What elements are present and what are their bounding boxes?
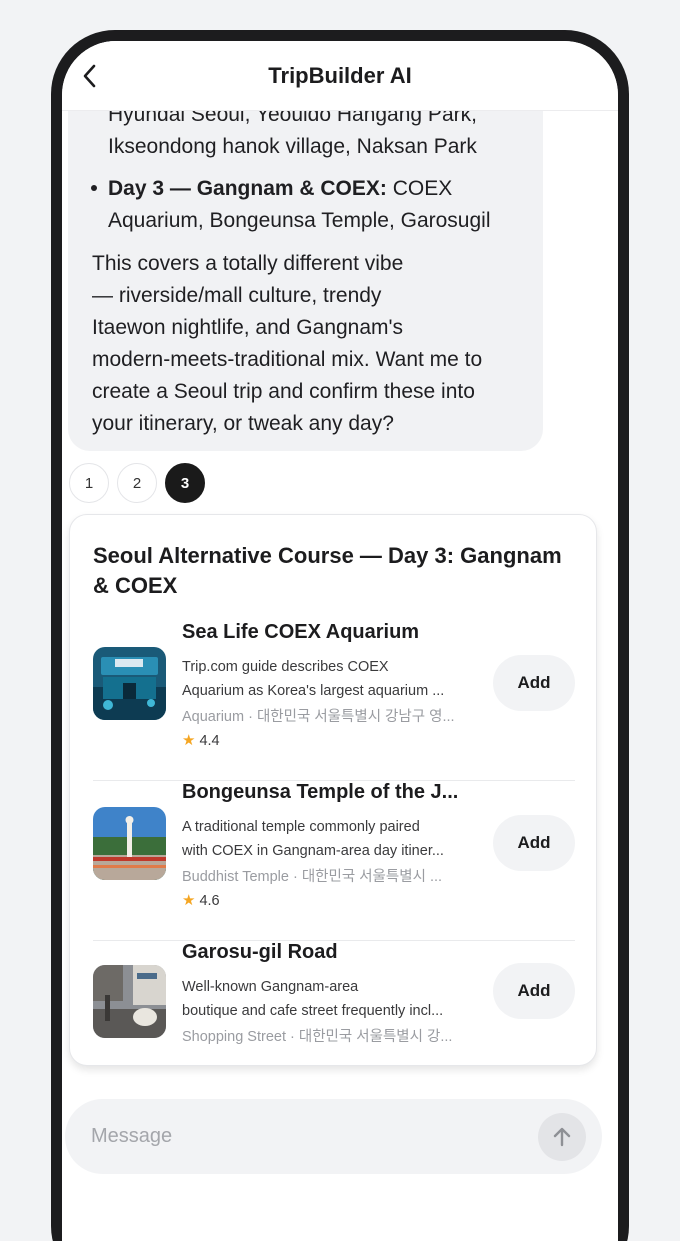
message-line: This covers a totally different vibe (92, 252, 404, 275)
day3-title: Day 3 — Gangnam & COEX: (108, 177, 387, 200)
message-composer (65, 1099, 602, 1174)
place-category-address: Shopping Street · 대한민국 서울특별시 강... (182, 1029, 453, 1045)
arrow-up-icon (553, 1127, 571, 1147)
message-line: Itaewon nightlife, and Gangnam's (92, 316, 404, 339)
day3-line: Day 3 — Gangnam & COEX: COEX (108, 173, 452, 205)
place-name: Garosu-gil Road (182, 941, 338, 963)
page-button-3[interactable]: 3 (165, 463, 205, 503)
star-icon: ★ (182, 732, 196, 749)
add-place-button[interactable]: Add (493, 655, 575, 711)
place-rating: ★ 4.6 (182, 891, 220, 909)
place-description-line: Trip.com guide describes COEX (182, 659, 389, 675)
message-line: — riverside/mall culture, trendy (92, 284, 382, 307)
result-pager: 1 2 3 (69, 463, 205, 503)
star-icon: ★ (182, 892, 196, 909)
rating-value: 4.4 (199, 733, 220, 749)
place-thumbnail (93, 647, 166, 720)
page-button-2[interactable]: 2 (117, 463, 157, 503)
add-place-button[interactable]: Add (493, 815, 575, 871)
send-button[interactable] (538, 1113, 586, 1161)
place-name: Bongeunsa Temple of the J... (182, 781, 459, 803)
place-description: Well-known Gangnam-area boutique and caf… (182, 975, 482, 1023)
message-line: create a Seoul trip and confirm these in… (92, 380, 475, 403)
place-description-line: A traditional temple commonly paired (182, 819, 420, 835)
message-line: Ikseondong hanok village, Naksan Park (108, 135, 477, 158)
app-header: TripBuilder AI (62, 41, 618, 111)
card-title: Seoul Alternative Course — Day 3: Gangna… (93, 543, 562, 598)
message-line: your itinerary, or tweak any day? (92, 412, 394, 435)
message-line: Aquarium, Bongeunsa Temple, Garosugil (108, 209, 491, 232)
page-button-1[interactable]: 1 (69, 463, 109, 503)
place-description: A traditional temple commonly paired wit… (182, 815, 482, 863)
app-screen: Hyundai Seoul, Yeouido Hangang Park, Iks… (62, 41, 618, 1241)
place-description-line: boutique and cafe street frequently incl… (182, 1003, 444, 1019)
place-description-line: Aquarium as Korea's largest aquarium ... (182, 683, 445, 699)
bullet-dot (91, 185, 97, 191)
rating-value: 4.6 (199, 893, 220, 909)
place-description: Trip.com guide describes COEX Aquarium a… (182, 655, 482, 703)
place-item[interactable]: Bongeunsa Temple of the J... A tradition… (93, 781, 575, 941)
place-description-line: with COEX in Gangnam-area day itiner... (182, 843, 444, 859)
place-description-line: Well-known Gangnam-area (182, 979, 359, 995)
place-category-address: Aquarium · 대한민국 서울특별시 강남구 영... (182, 709, 455, 725)
place-item[interactable]: Garosu-gil Road Well-known Gangnam-area … (93, 941, 575, 1051)
place-rating: ★ 4.4 (182, 731, 220, 749)
page-title: TripBuilder AI (268, 63, 412, 88)
place-item[interactable]: Sea Life COEX Aquarium Trip.com guide de… (93, 621, 575, 781)
message-input[interactable] (91, 1119, 511, 1153)
message-line: modern-meets-traditional mix. Want me to (92, 348, 483, 371)
day3-places-start: COEX (392, 177, 453, 200)
place-category-address: Buddhist Temple · 대한민국 서울특별시 ... (182, 869, 443, 885)
place-thumbnail (93, 807, 166, 880)
add-place-button[interactable]: Add (493, 963, 575, 1019)
course-card: Seoul Alternative Course — Day 3: Gangna… (69, 514, 597, 1066)
place-name: Sea Life COEX Aquarium (182, 621, 420, 643)
place-thumbnail (93, 965, 166, 1038)
